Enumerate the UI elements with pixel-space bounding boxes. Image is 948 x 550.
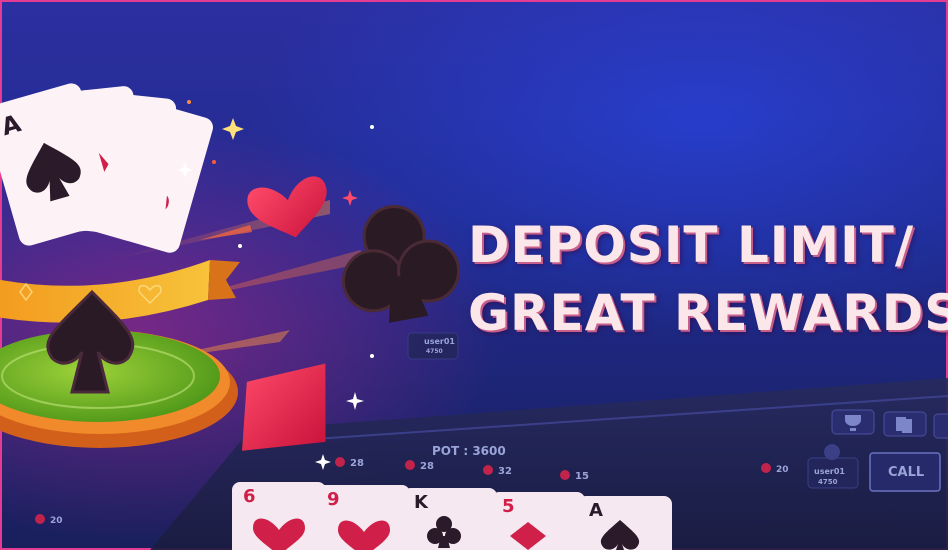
svg-text:A: A (589, 500, 603, 521)
svg-text:9: 9 (327, 489, 340, 510)
headline-line-2: GREAT REWARDS (468, 284, 948, 342)
community-card-5: A (578, 496, 672, 550)
svg-text:28: 28 (420, 461, 434, 472)
svg-text:K: K (414, 492, 429, 513)
community-card-2: 9 (316, 485, 410, 550)
community-card-3: K (403, 488, 497, 550)
pot-label: POT : 3600 (432, 444, 506, 458)
svg-text:5: 5 (502, 496, 515, 517)
club-icon (341, 205, 461, 323)
diamond-icon (242, 363, 326, 451)
player-name: user01 (814, 467, 845, 476)
community-card-1: 6 (232, 482, 326, 550)
svg-text:20: 20 (776, 465, 789, 475)
svg-text:28: 28 (350, 458, 364, 469)
svg-text:32: 32 (498, 466, 512, 477)
player-chips: 4750 (818, 478, 838, 486)
svg-text:20: 20 (50, 516, 63, 526)
headline-line-1: DEPOSIT LIMIT/ (468, 216, 915, 274)
player-seat-left: user01 4750 (407, 332, 459, 360)
cards-icon[interactable] (883, 411, 927, 437)
community-card-4: 5 (491, 492, 585, 550)
settings-icon[interactable] (933, 413, 948, 439)
svg-text:CALL: CALL (888, 465, 924, 480)
promo-banner: POT : 3600 28 28 32 15 20 20 user01 4750… (0, 0, 948, 550)
ribbon (0, 260, 240, 323)
trophy-icon[interactable] (831, 409, 875, 435)
call-button[interactable]: CALL (869, 452, 941, 492)
svg-text:4750: 4750 (426, 348, 443, 355)
svg-text:6: 6 (243, 486, 256, 507)
streak-4 (200, 225, 252, 240)
svg-text:user01: user01 (424, 337, 455, 346)
banner-artwork: POT : 3600 28 28 32 15 20 20 user01 4750… (0, 83, 948, 550)
svg-text:15: 15 (575, 471, 589, 482)
chip-count-6: 20 (35, 514, 63, 526)
